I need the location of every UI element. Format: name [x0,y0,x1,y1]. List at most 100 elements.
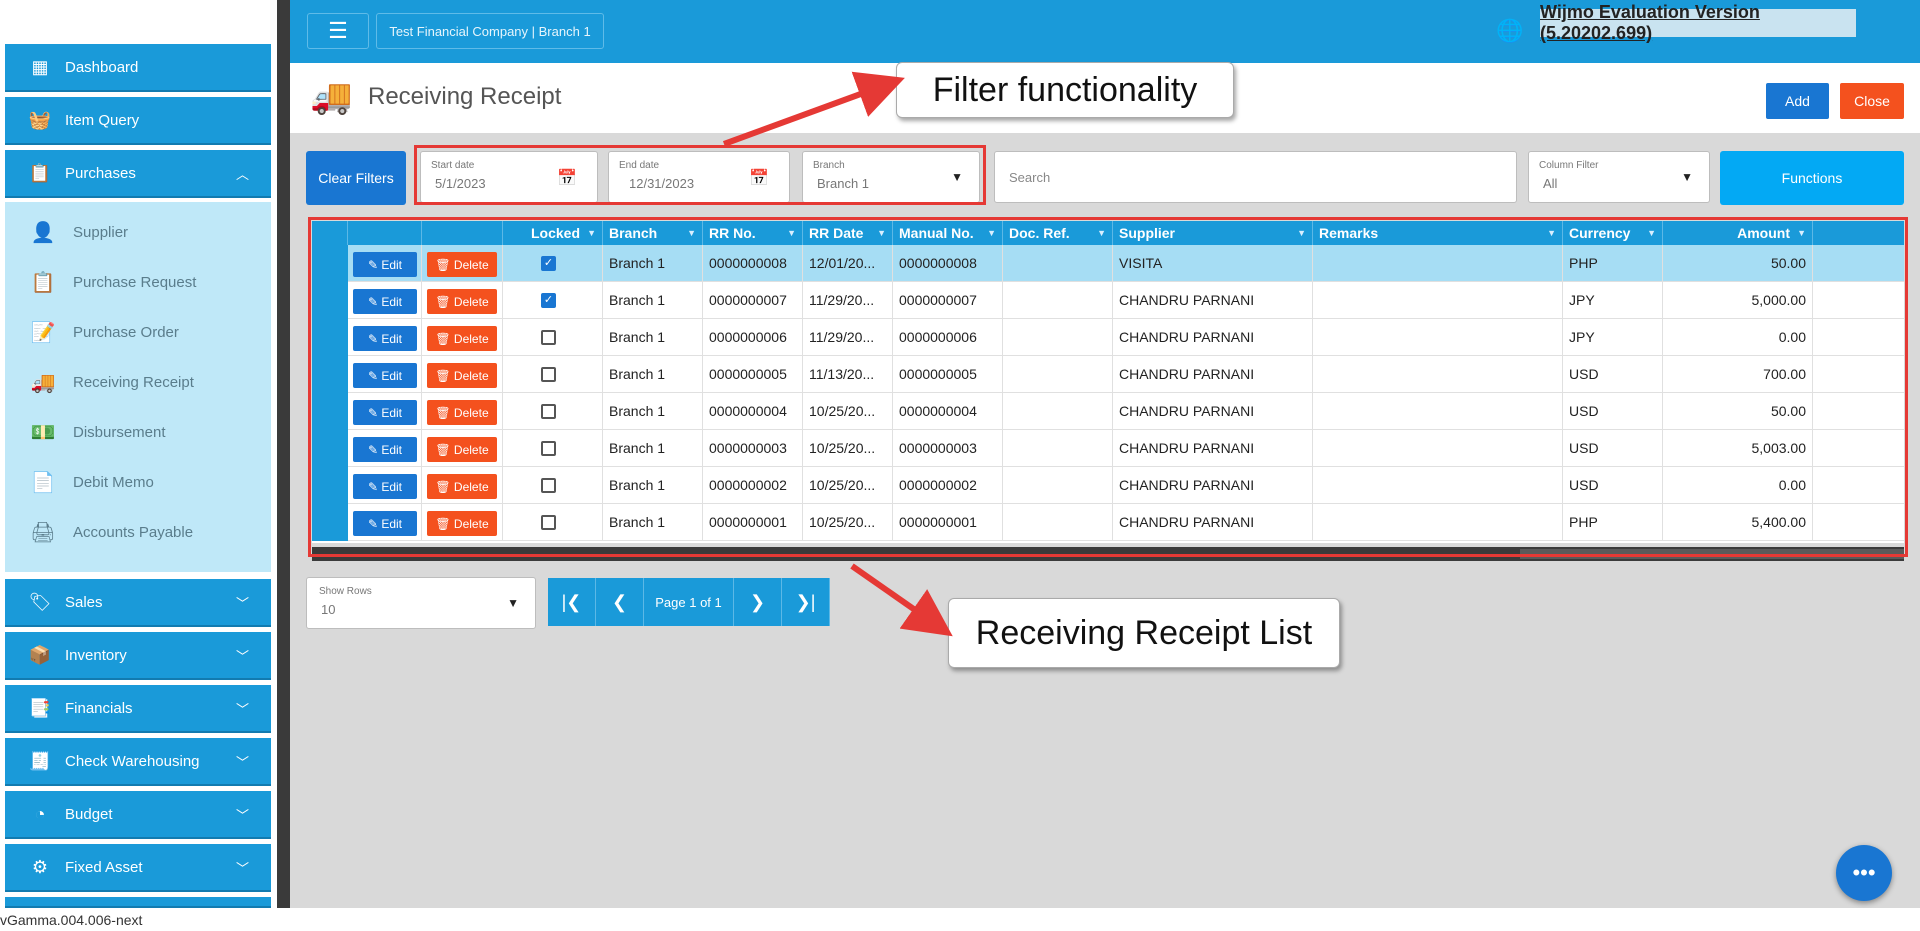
sale-tag-icon: 🏷 [28,591,52,612]
sidebar-item-label: Purchases [65,164,136,182]
next-page-button[interactable]: ❯ [734,578,782,626]
sidebar-subitem-supplier[interactable]: 👤 Supplier [29,212,129,252]
document-icon: 📄 [30,471,56,494]
ledger-icon: 📑 [28,697,52,718]
top-bar: ☰ Test Financial Company | Branch 1 🌐 Wi… [290,0,1920,63]
money-icon: 💵 [30,421,56,444]
check-icon: 🧾 [28,750,52,771]
app-root: ▦ Dashboard 🧺 Item Query 📋 Purchases ︿ 👤… [0,0,1920,931]
sidebar-item-budget[interactable]: ◔ Budget ﹀ [5,791,271,839]
page-indicator: Page 1 of 1 [644,578,734,626]
chevron-down-icon: ﹀ [235,595,249,611]
sidebar-item-fixed-asset[interactable]: ⚙ Fixed Asset ﹀ [5,844,271,892]
clear-filters-button[interactable]: Clear Filters [306,151,406,205]
chevron-down-icon: ﹀ [235,701,249,717]
column-filter-value: All [1543,176,1558,191]
sidebar-subitem-label: Debit Memo [73,473,154,491]
caret-down-icon: ▼ [1681,170,1693,184]
chevron-down-icon: ﹀ [235,754,249,770]
sidebar-item-financials[interactable]: 📑 Financials ﹀ [5,685,271,733]
more-actions-fab[interactable]: ••• [1836,845,1892,901]
sidebar-subitem-purchase-request[interactable]: 📋 Purchase Request [29,262,197,302]
last-page-button[interactable]: ❯| [782,578,830,626]
sidebar-subitem-label: Purchase Request [73,273,197,291]
last-page-icon: ❯| [795,591,816,612]
close-button[interactable]: Close [1840,83,1904,119]
sidebar-subitem-receiving-receipt[interactable]: 🚚 Receiving Receipt [29,362,194,402]
sidebar-item-label: Dashboard [65,58,139,76]
hamburger-menu-button[interactable]: ☰ [307,13,369,49]
sidebar: ▦ Dashboard 🧺 Item Query 📋 Purchases ︿ 👤… [0,0,277,908]
company-selector[interactable]: Test Financial Company | Branch 1 [376,13,604,49]
pagination: |❮ ❮ Page 1 of 1 ❯ ❯| [548,578,830,626]
first-page-button[interactable]: |❮ [548,578,596,626]
sidebar-subitem-label: Disbursement [73,423,166,441]
purchases-submenu: 👤 Supplier 📋 Purchase Request 📝 Purchase… [5,202,271,572]
page-title: Receiving Receipt [368,83,562,110]
sidebar-item-label: Inventory [65,646,127,664]
list-highlight-box [308,217,1908,557]
sidebar-item-more [5,897,271,908]
sidebar-item-purchases[interactable]: 📋 Purchases ︿ [5,150,271,198]
sidebar-item-label: Item Query [65,111,140,129]
add-button[interactable]: Add [1766,83,1829,119]
sidebar-subitem-debit-memo[interactable]: 📄 Debit Memo [29,462,154,502]
sidebar-subitem-label: Accounts Payable [73,523,194,541]
functions-button[interactable]: Functions [1720,151,1904,205]
footer [0,908,1920,931]
sidebar-subitem-label: Receiving Receipt [73,373,194,391]
version-label: vGamma.004.006-next [0,912,143,928]
sidebar-subitem-label: Supplier [73,223,129,241]
hamburger-icon: ☰ [328,18,348,43]
chevron-down-icon: ﹀ [235,648,249,664]
previous-page-button[interactable]: ❮ [596,578,644,626]
list-callout: Receiving Receipt List [948,598,1340,668]
chevron-left-icon: ❮ [611,591,628,612]
show-rows-label: Show Rows [319,586,372,597]
wijmo-watermark[interactable]: Wijmo Evaluation Version (5.20202.699) [1540,2,1856,43]
sidebar-item-label: Sales [65,593,103,611]
checklist-icon: 📝 [30,321,56,344]
column-filter-select[interactable]: Column Filter All ▼ [1528,151,1710,203]
sidebar-item-label: Check Warehousing [65,752,200,770]
caret-down-icon: ▼ [507,596,519,610]
show-rows-select[interactable]: Show Rows 10 ▼ [306,577,536,629]
sidebar-item-check-warehousing[interactable]: 🧾 Check Warehousing ﹀ [5,738,271,786]
main-content: Clear Filters Start date 5/1/2023 📅 End … [290,133,1920,908]
first-page-icon: |❮ [561,591,582,612]
sidebar-item-inventory[interactable]: 📦 Inventory ﹀ [5,632,271,680]
show-rows-value: 10 [321,602,336,617]
more-dots-icon: ••• [1852,860,1876,885]
column-filter-label: Column Filter [1539,160,1599,171]
clipboard-icon: 📋 [28,162,52,183]
search-input[interactable]: Search [994,151,1517,203]
sidebar-item-label: Fixed Asset [65,858,143,876]
boxes-icon: 📦 [28,644,52,665]
basket-icon: 🧺 [28,109,52,130]
chevron-right-icon: ❯ [749,591,766,612]
dashboard-icon: ▦ [31,56,49,77]
sidebar-item-sales[interactable]: 🏷 Sales ﹀ [5,579,271,627]
delivery-truck-icon: 🚚 [30,371,56,394]
delivery-truck-icon: 🚚 [310,78,353,116]
sidebar-subitem-label: Purchase Order [73,323,179,341]
printer-icon: 🖨 [30,521,56,544]
person-icon: 👤 [30,221,56,244]
clipboard-icon: 📋 [30,271,56,294]
filter-callout: Filter functionality [896,62,1234,118]
globe-icon[interactable]: 🌐 [1496,18,1523,44]
sidebar-scrollbar[interactable] [277,0,290,908]
gear-person-icon: ⚙ [31,856,49,877]
sidebar-subitem-accounts-payable[interactable]: 🖨 Accounts Payable [29,512,193,552]
chevron-up-icon: ︿ [235,166,249,182]
sidebar-item-dashboard[interactable]: ▦ Dashboard [5,44,271,92]
sidebar-subitem-disbursement[interactable]: 💵 Disbursement [29,412,166,452]
sidebar-item-item-query[interactable]: 🧺 Item Query [5,97,271,145]
chevron-down-icon: ﹀ [235,807,249,823]
filter-highlight-box [414,145,986,205]
sidebar-item-label: Financials [65,699,133,717]
pie-chart-icon: ◔ [34,803,46,824]
sidebar-subitem-purchase-order[interactable]: 📝 Purchase Order [29,312,179,352]
chevron-down-icon: ﹀ [235,860,249,876]
sidebar-item-label: Budget [65,805,113,823]
